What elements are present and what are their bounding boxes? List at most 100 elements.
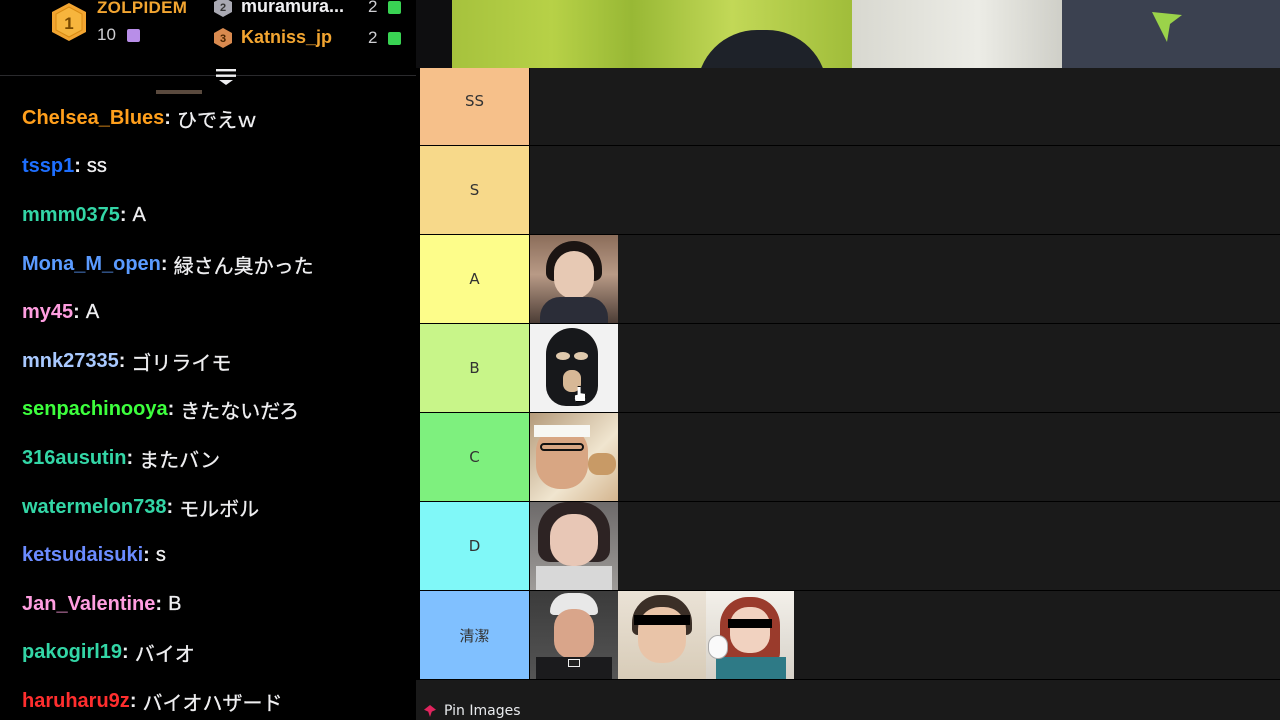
chat-message: pakogirl19: バイオ <box>0 629 416 678</box>
background-wall <box>852 0 1062 68</box>
svg-text:1: 1 <box>64 14 73 33</box>
streamer-shirt <box>1062 0 1280 68</box>
chat-panel: 1 ZOLPIDEM 10 2 muramura... 2 3 Katniss_… <box>0 0 416 720</box>
tier-row-a: A <box>416 235 1280 324</box>
pin-images-label: Pin Images <box>444 703 521 719</box>
chat-message: mmm0375: A <box>0 191 416 240</box>
pin-images-toggle[interactable]: Pin Images <box>416 701 716 720</box>
tier-image[interactable] <box>618 591 706 679</box>
tier-items[interactable] <box>530 68 1280 145</box>
sub-gift-icon <box>388 32 401 45</box>
gift-leaderboard: 1 ZOLPIDEM 10 2 muramura... 2 3 Katniss_… <box>0 0 416 76</box>
chat-message: Mona_M_open: 緑さん臭かった <box>0 240 416 289</box>
chat-message: Jan_Valentine: B <box>0 580 416 629</box>
tier-row-d: D <box>416 502 1280 591</box>
chat-username[interactable]: my45 <box>22 301 73 324</box>
chat-username[interactable]: 316ausutin <box>22 447 126 470</box>
tier-items[interactable] <box>530 502 1280 590</box>
chat-messages: Chelsea_Blues: ひでえｗ tssp1: ss mmm0375: A Mona_… <box>0 94 416 720</box>
tier-label[interactable]: 清潔 <box>416 591 530 679</box>
chat-separator: : <box>143 544 150 567</box>
leaderboard-second-name: muramura... <box>241 0 345 16</box>
chat-text: きたないだろ <box>180 401 300 424</box>
chat-message: my45: A <box>0 288 416 337</box>
tier-label[interactable]: SS <box>416 68 530 145</box>
tier-label[interactable]: D <box>416 502 530 590</box>
chat-username[interactable]: Chelsea_Blues <box>22 107 164 130</box>
chat-message: ketsudaisuki: s <box>0 531 416 580</box>
chat-separator: : <box>122 641 129 664</box>
chat-separator: : <box>164 106 171 129</box>
tier-row-b: B <box>416 324 1280 413</box>
leaderboard-first-count: 10 <box>97 25 116 44</box>
chat-text: またバン <box>139 449 221 472</box>
chat-separator: : <box>74 155 81 178</box>
chat-message: senpachinooya: きたないだろ <box>0 386 416 435</box>
chat-text: ひでえｗ <box>176 109 257 132</box>
tier-image[interactable] <box>530 324 618 412</box>
chat-username[interactable]: pakogirl19 <box>22 641 122 664</box>
chat-username[interactable]: mmm0375 <box>22 204 120 227</box>
chat-text: ss <box>86 155 107 178</box>
leaderboard-third-name: Katniss_jp <box>241 27 333 47</box>
tier-row-clean: 清潔 <box>416 591 1280 680</box>
chat-username[interactable]: watermelon738 <box>22 496 167 519</box>
chat-username[interactable]: Jan_Valentine <box>22 593 155 616</box>
chat-text: A <box>85 301 100 324</box>
tier-items[interactable] <box>530 146 1280 234</box>
tier-items[interactable] <box>530 324 1280 412</box>
browser-window: 生放送https://youtu.be/-r...チャンネルニコニコ動画(原宿)… <box>416 68 1280 720</box>
chat-text: B <box>168 592 182 615</box>
chat-separator: : <box>126 446 134 469</box>
webcam-view <box>452 0 1280 68</box>
tier-image[interactable] <box>530 413 618 501</box>
chat-text: s <box>155 544 166 567</box>
chat-text: バイオ <box>134 644 195 667</box>
chat-text: 緑さん臭かった <box>173 255 314 278</box>
chat-message: 316ausutin: またバン <box>0 434 416 483</box>
chat-message: tssp1: ss <box>0 143 416 192</box>
chat-message: haruharu9z: バイオハザード <box>0 677 416 720</box>
sub-gift-icon <box>127 29 140 42</box>
chat-text: バイオハザード <box>142 692 283 715</box>
tier-row-s: S <box>416 146 1280 235</box>
tier-label[interactable]: B <box>416 324 530 412</box>
tier-items[interactable] <box>530 591 1280 679</box>
leaderboard-first-name: ZOLPIDEM <box>97 0 188 17</box>
chat-separator: : <box>73 301 80 324</box>
tier-image[interactable] <box>530 502 618 590</box>
chat-message: mnk27335: ゴリライモ <box>0 337 416 386</box>
chat-separator: : <box>129 689 137 712</box>
chat-separator: : <box>118 349 126 372</box>
tier-label[interactable]: C <box>416 413 530 501</box>
chat-username[interactable]: Mona_M_open <box>22 253 161 276</box>
tier-image[interactable] <box>530 591 618 679</box>
chat-separator: : <box>160 252 168 275</box>
tier-items[interactable] <box>530 413 1280 501</box>
tier-image[interactable] <box>530 235 618 323</box>
chat-text: A <box>132 203 146 226</box>
tier-image[interactable] <box>706 591 794 679</box>
chat-separator: : <box>119 203 127 226</box>
collapse-leaderboard-icon[interactable] <box>214 66 238 86</box>
chat-username[interactable]: ketsudaisuki <box>22 544 143 567</box>
chat-separator: : <box>167 398 175 421</box>
svg-text:2: 2 <box>220 2 226 14</box>
chat-username[interactable]: tssp1 <box>22 155 74 178</box>
chat-separator: : <box>166 495 174 518</box>
chat-username[interactable]: haruharu9z <box>22 690 130 713</box>
tier-row-ss: SS <box>416 68 1280 146</box>
leaderboard-third-count: 2 <box>368 28 378 47</box>
chat-text: ゴリライモ <box>131 352 232 375</box>
bronze-medal-icon: 3 <box>214 28 232 48</box>
leaderboard-second-count: 2 <box>368 0 378 16</box>
tier-label[interactable]: A <box>416 235 530 323</box>
tier-label[interactable]: S <box>416 146 530 234</box>
chat-username[interactable]: mnk27335 <box>22 350 119 373</box>
tier-items[interactable] <box>530 235 1280 323</box>
sub-gift-icon <box>388 1 401 14</box>
chat-username[interactable]: senpachinooya <box>22 398 168 421</box>
tier-row-c: C <box>416 413 1280 502</box>
chat-message: watermelon738: モルボル <box>0 483 416 532</box>
chat-separator: : <box>155 592 163 615</box>
